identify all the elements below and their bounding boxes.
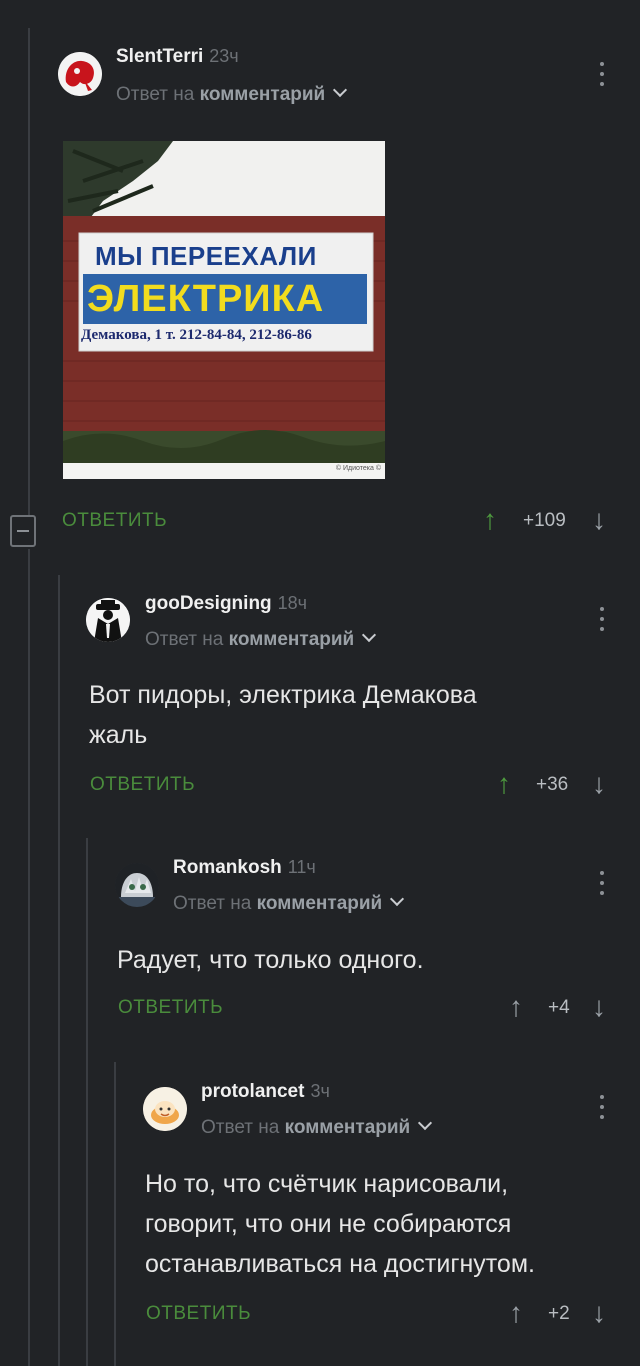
comment-text: Радует, что только одного. xyxy=(117,940,424,980)
downvote-icon[interactable]: ↓ xyxy=(592,1299,606,1327)
username-text[interactable]: Romankosh xyxy=(173,857,282,878)
thread-line xyxy=(86,838,88,1366)
more-options-icon[interactable] xyxy=(598,62,606,90)
more-options-icon[interactable] xyxy=(598,871,606,899)
downvote-icon[interactable]: ↓ xyxy=(592,770,606,798)
comment-text-line: жаль xyxy=(89,721,148,749)
more-options-icon[interactable] xyxy=(598,1095,606,1123)
vote-count: +36 xyxy=(536,774,569,795)
reply-to-link[interactable]: Ответ на комментарий xyxy=(173,891,405,915)
collapse-thread-button[interactable] xyxy=(10,515,36,547)
vote-count: +2 xyxy=(548,1303,570,1324)
timestamp: 11ч xyxy=(287,857,316,877)
username-text[interactable]: protolancet xyxy=(201,1081,304,1102)
thread-line xyxy=(28,549,30,1366)
username-text[interactable]: SlentTerri xyxy=(116,46,203,67)
username[interactable]: Romankosh 11ч xyxy=(173,857,316,879)
username-text[interactable]: gooDesigning xyxy=(145,593,272,614)
comment-text-line: Но то, что счётчик нарисовали, xyxy=(145,1170,509,1198)
comment-text-line: Вот пидоры, электрика Демакова xyxy=(89,681,477,709)
reply-to-target[interactable]: комментарий xyxy=(285,1117,411,1138)
timestamp: 18ч xyxy=(277,593,308,613)
upvote-icon[interactable]: ↑ xyxy=(483,506,497,534)
comment-text-line: останавливаться на достигнутом. xyxy=(145,1250,535,1278)
avatar xyxy=(86,598,130,642)
reply-button[interactable]: ОТВЕТИТЬ xyxy=(118,997,223,1019)
upvote-icon[interactable]: ↑ xyxy=(509,993,523,1021)
comment-text-line: Радует, что только одного. xyxy=(117,946,424,974)
comment-image[interactable]: МЫ ПЕРЕЕХАЛИ ЭЛЕКТРИКА Демакова, 1 т. 21… xyxy=(63,141,385,479)
thread-line xyxy=(28,28,30,515)
reply-to-target[interactable]: комментарий xyxy=(229,629,355,650)
chevron-down-icon[interactable] xyxy=(418,1115,433,1131)
reply-to-prefix: Ответ на xyxy=(145,629,224,650)
more-options-icon[interactable] xyxy=(598,607,606,635)
vote-count: +109 xyxy=(523,510,566,531)
reply-to-link[interactable]: Ответ на комментарий xyxy=(201,1115,433,1139)
sign-line-2: ЭЛЕКТРИКА xyxy=(87,278,325,320)
timestamp: 3ч xyxy=(310,1081,330,1101)
avatar xyxy=(115,863,159,907)
vote-count: +4 xyxy=(548,997,570,1018)
sign-line-1: МЫ ПЕРЕЕХАЛИ xyxy=(95,241,317,271)
downvote-icon[interactable]: ↓ xyxy=(592,506,606,534)
thread-line xyxy=(114,1062,116,1366)
chevron-down-icon[interactable] xyxy=(390,891,405,907)
comment-text: Вот пидоры, электрика Демакова жаль xyxy=(89,675,477,755)
thread-line xyxy=(58,575,60,1366)
reply-to-target[interactable]: комментарий xyxy=(257,893,383,914)
reply-to-prefix: Ответ на xyxy=(201,1117,280,1138)
reply-button[interactable]: ОТВЕТИТЬ xyxy=(90,774,195,796)
username[interactable]: protolancet 3ч xyxy=(201,1081,330,1103)
reply-button[interactable]: ОТВЕТИТЬ xyxy=(62,510,167,532)
chevron-down-icon[interactable] xyxy=(333,82,348,98)
sign-line-3: Демакова, 1 т. 212-84-84, 212-86-86 xyxy=(81,327,312,343)
reply-button[interactable]: ОТВЕТИТЬ xyxy=(146,1303,251,1325)
reply-to-prefix: Ответ на xyxy=(116,84,195,105)
avatar xyxy=(143,1087,187,1131)
watermark: © Идиотека © xyxy=(335,465,381,472)
reply-to-link[interactable]: Ответ на комментарий xyxy=(145,627,377,651)
timestamp: 23ч xyxy=(209,46,239,66)
reply-to-link[interactable]: Ответ на комментарий xyxy=(116,82,348,106)
chevron-down-icon[interactable] xyxy=(362,627,377,643)
reply-to-prefix: Ответ на xyxy=(173,893,252,914)
upvote-icon[interactable]: ↑ xyxy=(497,770,511,798)
username[interactable]: gooDesigning 18ч xyxy=(145,593,307,615)
upvote-icon[interactable]: ↑ xyxy=(509,1299,523,1327)
username[interactable]: SlentTerri 23ч xyxy=(116,46,239,68)
reply-to-target[interactable]: комментарий xyxy=(200,84,326,105)
downvote-icon[interactable]: ↓ xyxy=(592,993,606,1021)
comment-text-line: говорит, что они не собираются xyxy=(145,1210,512,1238)
comment-text: Но то, что счётчик нарисовали, говорит, … xyxy=(145,1164,535,1284)
avatar xyxy=(58,52,102,96)
